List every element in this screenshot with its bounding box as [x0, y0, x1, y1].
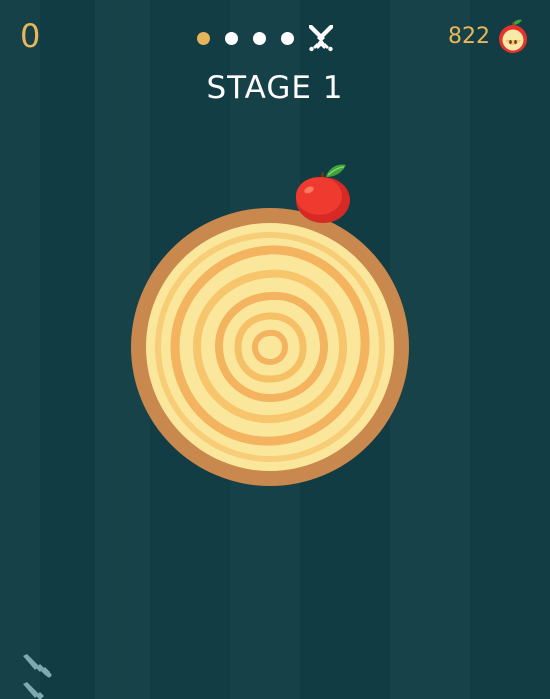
stage-progress-dot	[281, 31, 294, 45]
knife-icon	[23, 682, 44, 699]
stage-progress-dot	[253, 31, 266, 45]
remaining-knives	[23, 654, 52, 699]
stage-progress-indicator	[197, 22, 337, 54]
stage-progress-dot	[225, 31, 238, 45]
apple-icon	[499, 19, 527, 53]
stage-progress-dot-completed	[197, 31, 210, 45]
stage-title: STAGE 1	[206, 70, 344, 106]
apple-counter: 822	[448, 18, 530, 54]
wooden-target-log[interactable]	[131, 208, 409, 486]
knife-icon	[23, 654, 52, 678]
score-counter: 0	[20, 17, 41, 55]
game-screen[interactable]: 0 STAGE 1 822	[0, 0, 550, 699]
apple-icon[interactable]	[292, 162, 354, 224]
apple-count: 822	[448, 23, 490, 49]
crossed-swords-icon	[309, 25, 333, 52]
